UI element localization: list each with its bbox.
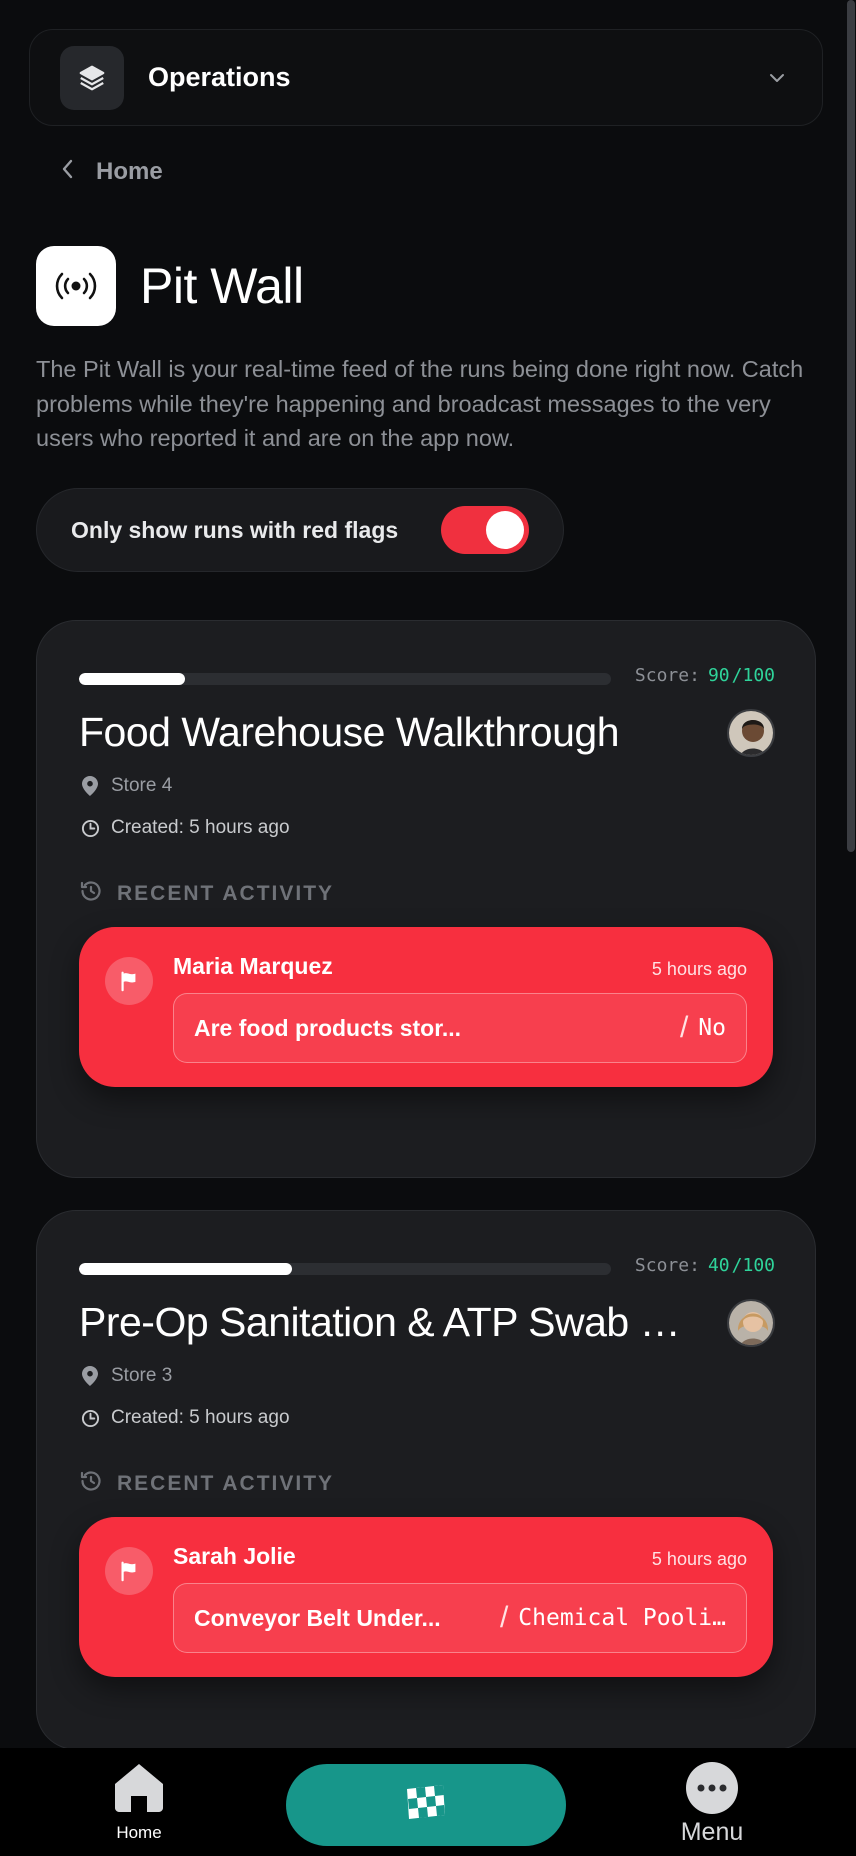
recent-activity-label: RECENT ACTIVITY: [117, 1472, 335, 1495]
run-created-label: Created: 5 hours ago: [111, 1407, 290, 1428]
flag-icon: [105, 1547, 153, 1595]
answer-question: Are food products stor...: [194, 1014, 462, 1041]
score-label: Score:: [634, 1255, 700, 1276]
nav-home-button[interactable]: Home: [94, 1762, 184, 1843]
run-store-label: Store 4: [111, 775, 173, 796]
nav-home-label: Home: [116, 1823, 162, 1842]
score-max: /100: [731, 665, 775, 686]
answer-box: Conveyor Belt Under... / Chemical Pooli…: [173, 1583, 747, 1653]
run-created: Created: 5 hours ago: [79, 817, 290, 839]
activity-time: 5 hours ago: [651, 1549, 747, 1569]
bottom-nav: Home Menu: [0, 1748, 856, 1856]
answer-box: Are food products stor... / No: [173, 993, 747, 1063]
history-icon: [79, 879, 103, 909]
run-score: Score: 90 /100: [635, 665, 775, 686]
run-card[interactable]: Score: 90 /100 Food Warehouse Walkthroug…: [36, 620, 816, 1178]
run-title: Pre-Op Sanitation & ATP Swab C...: [79, 1299, 699, 1345]
avatar[interactable]: [727, 709, 775, 757]
answer-text: No: [698, 1015, 726, 1041]
location-pin-icon: [79, 1366, 101, 1386]
back-to-home-link[interactable]: Home: [58, 156, 163, 187]
recent-activity-heading: RECENT ACTIVITY: [79, 1469, 334, 1499]
run-store: Store 4: [79, 775, 172, 797]
pit-wall-screen: Operations Home Pit Wall The Pit Wall is…: [0, 0, 856, 1856]
workspace-name: Operations: [148, 62, 291, 92]
clock-icon: [79, 819, 101, 838]
answer-text: Chemical Pooli…: [518, 1605, 726, 1631]
score-label: Score:: [634, 665, 700, 686]
history-icon: [79, 1469, 103, 1499]
location-pin-icon: [79, 776, 101, 796]
page-header: Pit Wall: [36, 246, 304, 326]
home-icon: [113, 1764, 165, 1816]
page-title: Pit Wall: [140, 258, 304, 314]
run-progress-bar: [79, 673, 611, 685]
answer-question: Conveyor Belt Under...: [194, 1604, 441, 1631]
score-max: /100: [731, 1255, 775, 1276]
flag-icon: [105, 957, 153, 1005]
score-value: 90: [707, 665, 730, 686]
recent-activity-label: RECENT ACTIVITY: [117, 882, 335, 905]
toggle-knob: [486, 511, 524, 549]
run-progress-fill: [79, 673, 186, 685]
run-title: Food Warehouse Walkthrough: [79, 709, 620, 755]
run-score: Score: 40 /100: [635, 1255, 775, 1276]
activity-time: 5 hours ago: [651, 959, 747, 979]
run-store: Store 3: [79, 1365, 172, 1387]
chevron-left-icon: [58, 156, 78, 187]
run-created: Created: 5 hours ago: [79, 1407, 290, 1429]
run-created-label: Created: 5 hours ago: [111, 817, 290, 838]
breadcrumb-label: Home: [96, 157, 163, 185]
run-progress-bar: [79, 1263, 611, 1275]
activity-item[interactable]: Sarah Jolie 5 hours ago Conveyor Belt Un…: [79, 1517, 773, 1677]
avatar[interactable]: [727, 1299, 775, 1347]
layers-icon: [60, 45, 124, 110]
more-dots-icon: [686, 1762, 738, 1814]
run-card[interactable]: Score: 40 /100 Pre-Op Sanitation & ATP S…: [36, 1210, 816, 1750]
red-flags-toggle[interactable]: [441, 506, 529, 554]
scrollbar-thumb[interactable]: [847, 0, 855, 852]
checkered-flag-icon: [401, 1781, 451, 1830]
nav-checkered-flag-button[interactable]: [286, 1764, 566, 1846]
red-flags-filter: Only show runs with red flags: [36, 488, 564, 572]
chevron-down-icon: [762, 63, 792, 93]
nav-menu-button[interactable]: Menu: [662, 1762, 762, 1847]
nav-menu-label: Menu: [680, 1818, 744, 1846]
red-flags-filter-label: Only show runs with red flags: [71, 516, 399, 543]
activity-item[interactable]: Maria Marquez 5 hours ago Are food produ…: [79, 927, 773, 1087]
answer-separator: /: [679, 1011, 689, 1044]
page-description: The Pit Wall is your real-time feed of t…: [36, 356, 804, 451]
answer-separator: /: [499, 1601, 509, 1634]
score-value: 40: [707, 1255, 730, 1276]
scrollbar-track[interactable]: [846, 0, 856, 1748]
workspace-selector[interactable]: Operations: [29, 29, 823, 126]
activity-user: Sarah Jolie: [173, 1543, 296, 1569]
broadcast-icon: [36, 246, 116, 326]
run-progress-fill: [79, 1263, 292, 1275]
run-store-label: Store 3: [111, 1365, 173, 1386]
answer-value: / No: [680, 1011, 726, 1045]
answer-value: / Chemical Pooli…: [500, 1601, 726, 1635]
recent-activity-heading: RECENT ACTIVITY: [79, 879, 334, 909]
activity-user: Maria Marquez: [173, 953, 333, 979]
clock-icon: [79, 1409, 101, 1428]
